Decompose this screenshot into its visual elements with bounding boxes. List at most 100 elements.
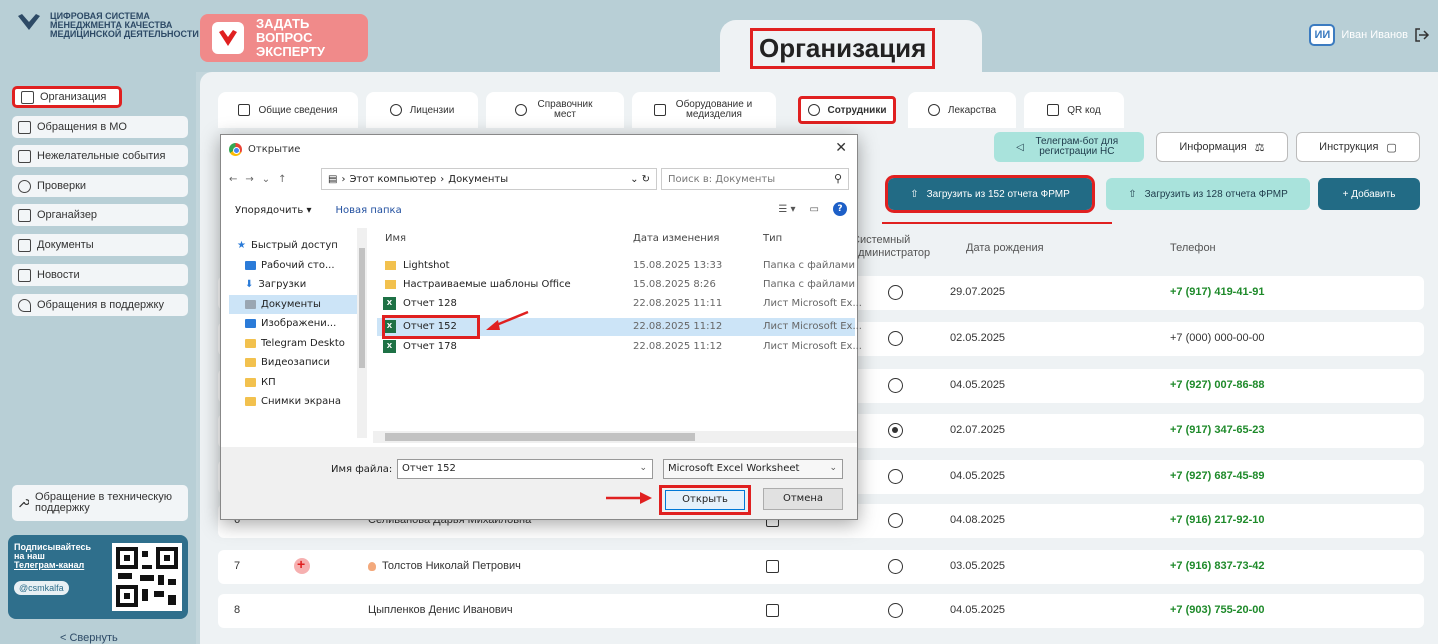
admin-radio[interactable]	[888, 423, 903, 438]
sidebar-item-support[interactable]: Обращения в поддержку	[12, 294, 188, 316]
cancel-button[interactable]: Отмена	[763, 488, 843, 510]
admin-radio[interactable]	[888, 513, 903, 528]
open-button-highlight: Открыть	[659, 485, 751, 515]
nav-item-quick-access[interactable]: ★ Быстрый доступ	[229, 236, 365, 256]
employee-name[interactable]: Цыпленков Денис Иванович	[368, 604, 513, 616]
nav-label: Быстрый доступ	[250, 240, 338, 252]
admin-radio[interactable]	[888, 559, 903, 574]
admin-radio[interactable]	[888, 285, 903, 300]
column-modified[interactable]: Дата изменения	[633, 233, 719, 244]
nav-label: Изображени...	[261, 318, 337, 330]
user-menu[interactable]: ИИ Иван Иванов	[1309, 24, 1430, 46]
admin-radio[interactable]	[888, 603, 903, 618]
pictures-icon	[245, 319, 256, 329]
file-row[interactable]: Lightshot 15.08.2025 13:33 Папка с файла…	[377, 257, 855, 275]
logout-icon[interactable]	[1414, 27, 1430, 43]
employee-name[interactable]: Толстов Николай Петрович	[382, 560, 521, 572]
upload-152-button[interactable]: ⇧ Загрузить из 152 отчета ФРМР	[885, 175, 1095, 213]
dialog-titlebar: Открытие	[229, 143, 300, 156]
nav-item-pictures[interactable]: Изображени...	[229, 314, 365, 334]
sidebar-item-adverse-events[interactable]: Нежелательные события	[12, 145, 188, 167]
nav-item-kp[interactable]: КП	[229, 373, 365, 393]
nav-item-screenshots[interactable]: Снимки экрана	[229, 392, 365, 412]
file-type-select[interactable]: Microsoft Excel Worksheet ⌄	[663, 459, 843, 479]
nav-scrollbar[interactable]	[357, 228, 367, 438]
sidebar-item-organizer[interactable]: Органайзер	[12, 204, 188, 226]
avatar[interactable]: ИИ	[1309, 24, 1336, 46]
telegram-bot-label: Телеграм-бот для регистрации НС	[1035, 136, 1119, 157]
organize-button[interactable]: Упорядочить ▾	[235, 205, 311, 216]
checkbox[interactable]	[766, 604, 779, 617]
file-date: 15.08.2025 13:33	[633, 260, 723, 271]
files-scrollbar[interactable]	[373, 431, 857, 443]
chevron-down-icon[interactable]: ⌄	[639, 463, 647, 473]
telegram-handle[interactable]: @csmkalfa	[14, 581, 69, 595]
tab-licenses[interactable]: Лицензии	[366, 92, 478, 128]
sidebar-item-documents[interactable]: Документы	[12, 234, 188, 256]
breadcrumb-current[interactable]: Документы	[448, 174, 508, 185]
telegram-card[interactable]: Подписывайтесь на наш Телеграм-канал @cs…	[8, 535, 188, 619]
telegram-bot-button[interactable]: ◁ Телеграм-бот для регистрации НС	[994, 132, 1144, 162]
file-row[interactable]: X Отчет 128 22.08.2025 11:11 Лист Micros…	[377, 295, 862, 313]
admin-radio[interactable]	[888, 378, 903, 393]
instruction-button[interactable]: Инструкция ▢	[1296, 132, 1420, 162]
admin-radio[interactable]	[888, 331, 903, 346]
sidebar-item-appeals[interactable]: Обращения в МО	[12, 116, 188, 138]
users-icon	[807, 104, 820, 116]
tech-support-button[interactable]: Обращение в техническую поддержку	[12, 485, 188, 521]
open-button[interactable]: Открыть	[665, 490, 745, 510]
up-icon[interactable]: ↑	[278, 174, 286, 185]
refresh-icon[interactable]: ⌄ ↻	[630, 174, 650, 185]
file-date: 15.08.2025 8:26	[633, 279, 716, 290]
dialog-title: Открытие	[248, 144, 301, 155]
search-placeholder: Поиск в: Документы	[668, 173, 776, 185]
recent-icon[interactable]: ⌄	[262, 174, 270, 185]
preview-pane-icon[interactable]: ▭	[810, 204, 819, 215]
nav-item-documents[interactable]: Документы	[229, 294, 365, 314]
admin-radio[interactable]	[888, 469, 903, 484]
breadcrumb-root[interactable]: Этот компьютер	[349, 174, 436, 185]
column-name[interactable]: Имя	[385, 233, 406, 244]
help-icon[interactable]: ?	[833, 202, 847, 216]
tab-places[interactable]: Справочник мест	[486, 92, 624, 128]
page-title-tab: Организация	[720, 20, 982, 72]
view-options-icon[interactable]: ☰ ▾	[778, 204, 795, 215]
logo[interactable]: ЦИФРОВАЯ СИСТЕМА МЕНЕДЖМЕНТА КАЧЕСТВА МЕ…	[16, 12, 200, 39]
nav-item-downloads[interactable]: ⬇ Загрузки	[229, 275, 365, 295]
file-row[interactable]: Настраиваемые шаблоны Office 15.08.2025 …	[377, 276, 855, 294]
user-name[interactable]: Иван Иванов	[1341, 29, 1408, 41]
telegram-channel-link[interactable]: Телеграм-канал	[14, 561, 94, 570]
scroll-thumb[interactable]	[385, 433, 695, 441]
upload-128-button[interactable]: ⇧ Загрузить из 128 отчета ФРМР	[1106, 178, 1310, 210]
sidebar-item-inspections[interactable]: Проверки	[12, 175, 188, 197]
info-button[interactable]: Информация ⚖	[1156, 132, 1288, 162]
address-bar[interactable]: ▤ › Этот компьютер › Документы ⌄ ↻	[321, 168, 657, 190]
search-input[interactable]: Поиск в: Документы ⚲	[661, 168, 849, 190]
close-icon[interactable]: ✕	[835, 140, 847, 156]
tab-qr[interactable]: QR код	[1024, 92, 1124, 128]
nav-item-telegram[interactable]: Telegram Deskto	[229, 334, 365, 354]
phone: +7 (917) 419-41-91	[1170, 286, 1265, 298]
checkbox[interactable]	[766, 560, 779, 573]
tab-general[interactable]: Общие сведения	[218, 92, 358, 128]
add-button[interactable]: + Добавить	[1318, 178, 1420, 210]
filename-input[interactable]: Отчет 152 ⌄	[397, 459, 653, 479]
sidebar-item-label: Обращения в поддержку	[37, 299, 164, 311]
sidebar-item-news[interactable]: Новости	[12, 264, 188, 286]
file-row[interactable]: X Отчет 178 22.08.2025 11:12 Лист Micros…	[377, 338, 862, 356]
forward-icon[interactable]: →	[245, 174, 253, 185]
table-row[interactable]: 7 Толстов Николай Петрович 03.05.2025 +7…	[218, 550, 1424, 584]
table-row[interactable]: 8 Цыпленков Денис Иванович 04.05.2025 +7…	[218, 594, 1424, 628]
scroll-thumb[interactable]	[359, 248, 365, 368]
new-folder-button[interactable]: Новая папка	[335, 205, 401, 216]
tab-equipment[interactable]: Оборудование и медизделия	[632, 92, 776, 128]
sidebar-item-organization[interactable]: Организация	[12, 86, 122, 108]
back-icon[interactable]: ←	[229, 174, 237, 185]
nav-item-videos[interactable]: Видеозаписи	[229, 353, 365, 373]
column-type[interactable]: Тип	[763, 233, 782, 244]
tab-medicines[interactable]: Лекарства	[908, 92, 1016, 128]
ask-expert-button[interactable]: ЗАДАТЬ ВОПРОС ЭКСПЕРТУ	[200, 14, 368, 62]
collapse-sidebar-button[interactable]: < Свернуть	[60, 632, 118, 644]
tab-employees[interactable]: Сотрудники	[798, 96, 896, 124]
nav-item-desktop[interactable]: Рабочий сто...	[229, 256, 365, 276]
